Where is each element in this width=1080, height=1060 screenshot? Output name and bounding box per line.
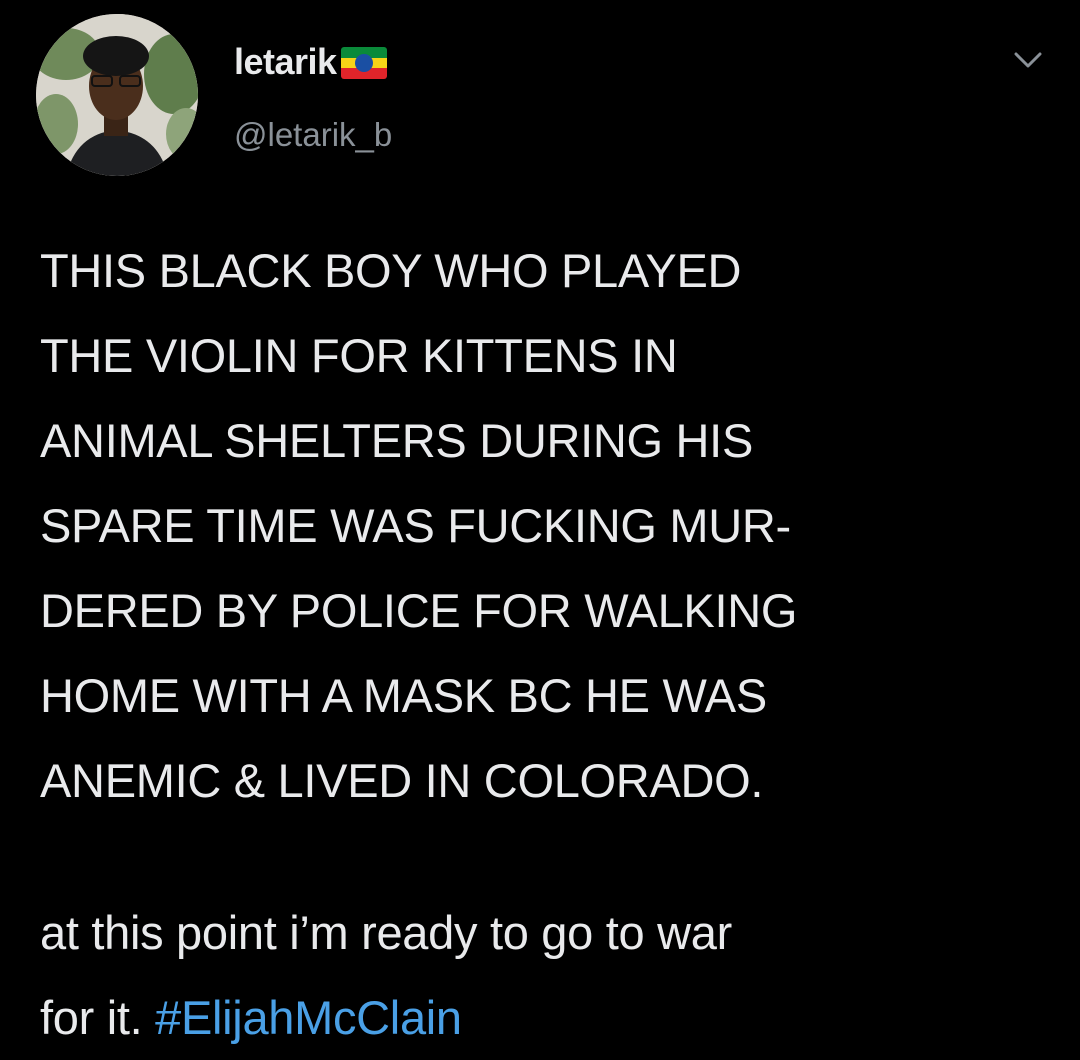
tweet-text-line: for it. #ElijahMcClain	[40, 975, 1060, 1060]
avatar-photo	[36, 14, 198, 176]
tweet-text-line: at this point i’m ready to go to war	[40, 906, 732, 959]
tweet-text-fragment: for it.	[40, 991, 156, 1044]
hashtag-link[interactable]: #ElijahMcClain	[155, 991, 462, 1044]
tweet-text-line: DERED BY POLICE FOR WALKING	[40, 584, 798, 637]
display-name[interactable]: letarik	[234, 41, 337, 83]
tweet-text: THIS BLACK BOY WHO PLAYED THE VIOLIN FOR…	[40, 228, 1060, 823]
tweet-text-line: SPARE TIME WAS FUCKING MUR-	[40, 499, 791, 552]
display-name-row: letarik	[234, 40, 387, 84]
ethiopia-flag-icon	[340, 47, 387, 79]
avatar[interactable]	[36, 14, 198, 176]
tweet: letarik @letarik_b THIS BLACK BOY WHO PL…	[0, 0, 1080, 1055]
tweet-text-line: ANIMAL SHELTERS DURING HIS	[40, 414, 753, 467]
user-handle[interactable]: @letarik_b	[234, 116, 392, 154]
tweet-text-line: HOME WITH A MASK BC HE WAS	[40, 669, 767, 722]
tweet-text-line: THE VIOLIN FOR KITTENS IN	[40, 329, 678, 382]
tweet-text-tail: at this point i’m ready to go to war for…	[40, 890, 1060, 1060]
chevron-down-icon[interactable]	[1010, 48, 1046, 72]
tweet-text-line: ANEMIC & LIVED IN COLORADO.	[40, 754, 764, 807]
tweet-text-line: THIS BLACK BOY WHO PLAYED	[40, 244, 742, 297]
